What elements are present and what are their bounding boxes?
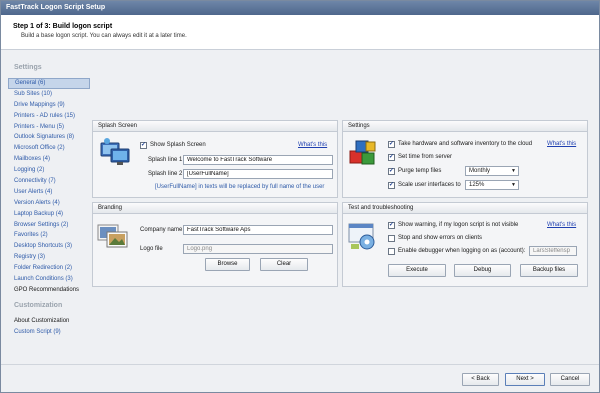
logo-file-label: Logo file <box>140 246 163 252</box>
step-subtitle: Build a base logon script. You can alway… <box>21 33 187 39</box>
branding-panel: Branding Company name Logo file Browse C… <box>92 202 338 287</box>
sidebar-item-folder-redirection[interactable]: Folder Redirection (2) <box>8 263 90 274</box>
customization-heading: Customization <box>14 301 63 309</box>
debug-account-input[interactable] <box>529 246 577 256</box>
stop-errors-label: Stop and show errors on clients <box>398 235 483 241</box>
branding-panel-title: Branding <box>93 203 337 214</box>
back-button[interactable]: < Back <box>462 373 499 386</box>
cubes-icon <box>347 137 379 169</box>
splash-line2-input[interactable] <box>183 169 333 179</box>
sidebar-item-about-customization[interactable]: About Customization <box>8 316 90 327</box>
scale-ui-value: 125% <box>469 182 485 188</box>
company-name-input[interactable] <box>183 225 333 235</box>
scale-ui-select[interactable]: 125% ▼ <box>465 180 519 190</box>
splash-screen-panel: Splash Screen ✓ Show Splash Screen What'… <box>92 120 338 198</box>
sidebar-item-drive-mappings[interactable]: Drive Mappings (9) <box>8 100 90 111</box>
inventory-checkbox[interactable]: ✓ <box>388 141 395 148</box>
splash-info-text: [UserFullName] in texts will be replaced… <box>155 184 325 190</box>
sidebar-item-printers-ad-rules[interactable]: Printers - AD rules (15) <box>8 111 90 122</box>
clear-button[interactable]: Clear <box>260 258 308 271</box>
enable-debugger-label: Enable debugger when logging on as (acco… <box>398 248 526 254</box>
splash-line1-label: Splash line 1 <box>148 157 183 163</box>
sidebar-item-sub-sites[interactable]: Sub Sites (10) <box>8 89 90 100</box>
test-whats-this-link[interactable]: What's this <box>547 222 576 228</box>
logo-file-input[interactable] <box>183 244 333 254</box>
sidebar-item-browser-settings[interactable]: Browser Settings (2) <box>8 220 90 231</box>
splash-whats-this-link[interactable]: What's this <box>298 142 327 148</box>
step-title: Step 1 of 3: Build logon script <box>13 23 113 30</box>
sidebar-item-general[interactable]: General (6) <box>8 78 90 89</box>
chevron-down-icon: ▼ <box>511 182 516 188</box>
purge-frequency-value: Monthly <box>469 168 491 174</box>
execute-button[interactable]: Execute <box>388 264 446 277</box>
sidebar: Settings General (6) Sub Sites (10) Driv… <box>8 64 90 364</box>
company-name-label: Company name <box>140 227 183 233</box>
sidebar-item-desktop-shortcuts[interactable]: Desktop Shortcuts (3) <box>8 241 90 252</box>
footer-divider <box>1 364 599 365</box>
debug-button[interactable]: Debug <box>454 264 511 277</box>
set-time-checkbox[interactable]: ✓ <box>388 154 395 161</box>
sidebar-item-favorites[interactable]: Favorites (2) <box>8 230 90 241</box>
enable-debugger-checkbox[interactable] <box>388 248 395 255</box>
show-warning-label: Show warning, if my logon script is not … <box>398 222 519 228</box>
window-gear-icon <box>347 220 379 252</box>
cancel-button[interactable]: Cancel <box>550 373 590 386</box>
backup-files-button[interactable]: Backup files <box>520 264 578 277</box>
settings-heading: Settings <box>14 64 42 71</box>
purge-temp-checkbox[interactable]: ✓ <box>388 168 395 175</box>
inventory-label: Take hardware and software inventory to … <box>398 141 533 147</box>
sidebar-item-outlook-signatures[interactable]: Outlook Signatures (8) <box>8 132 90 143</box>
splash-line2-label: Splash line 2 <box>148 171 183 177</box>
chevron-down-icon: ▼ <box>511 168 516 174</box>
settings-panel: Settings ✓ Take hardware and software in… <box>342 120 588 198</box>
title-bar: FastTrack Logon Script Setup <box>1 1 599 15</box>
show-splash-checkbox[interactable]: ✓ <box>140 142 147 149</box>
sidebar-item-gpo-recommendations[interactable]: GPO Recommendations <box>8 285 90 296</box>
sidebar-item-launch-conditions[interactable]: Launch Conditions (3) <box>8 274 90 285</box>
purge-temp-label: Purge temp files <box>398 168 442 174</box>
purge-frequency-select[interactable]: Monthly ▼ <box>465 166 519 176</box>
show-splash-label: Show Splash Screen <box>150 142 206 148</box>
sidebar-item-printers-menu[interactable]: Printers - Menu (5) <box>8 122 90 133</box>
browse-button[interactable]: Browse <box>205 258 250 271</box>
scale-ui-checkbox[interactable]: ✓ <box>388 182 395 189</box>
splash-line1-input[interactable] <box>183 155 333 165</box>
sidebar-item-registry[interactable]: Registry (3) <box>8 252 90 263</box>
sidebar-item-mailboxes[interactable]: Mailboxes (4) <box>8 154 90 165</box>
set-time-label: Set time from server <box>398 154 453 160</box>
test-troubleshooting-panel: Test and troubleshooting ✓ Show warning,… <box>342 202 588 287</box>
sidebar-item-version-alerts[interactable]: Version Alerts (4) <box>8 198 90 209</box>
setup-window: FastTrack Logon Script Setup Step 1 of 3… <box>0 0 600 393</box>
splash-panel-title: Splash Screen <box>93 121 337 132</box>
settings-whats-this-link[interactable]: What's this <box>547 141 576 147</box>
sidebar-item-custom-script[interactable]: Custom Script (9) <box>8 327 90 338</box>
sidebar-item-microsoft-office[interactable]: Microsoft Office (2) <box>8 143 90 154</box>
next-button[interactable]: Next > <box>505 373 545 386</box>
settings-panel-title: Settings <box>343 121 587 132</box>
stop-errors-checkbox[interactable] <box>388 235 395 242</box>
sidebar-item-logging[interactable]: Logging (2) <box>8 165 90 176</box>
scale-ui-label: Scale user interfaces to <box>398 182 461 188</box>
test-panel-title: Test and troubleshooting <box>343 203 587 214</box>
sidebar-item-user-alerts[interactable]: User Alerts (4) <box>8 187 90 198</box>
wizard-header: Step 1 of 3: Build logon script Build a … <box>1 15 599 50</box>
sidebar-item-laptop-backup[interactable]: Laptop Backup (4) <box>8 209 90 220</box>
sidebar-item-connectivity[interactable]: Connectivity (7) <box>8 176 90 187</box>
pictures-icon <box>97 220 129 250</box>
show-warning-checkbox[interactable]: ✓ <box>388 222 395 229</box>
monitors-icon <box>99 137 131 167</box>
